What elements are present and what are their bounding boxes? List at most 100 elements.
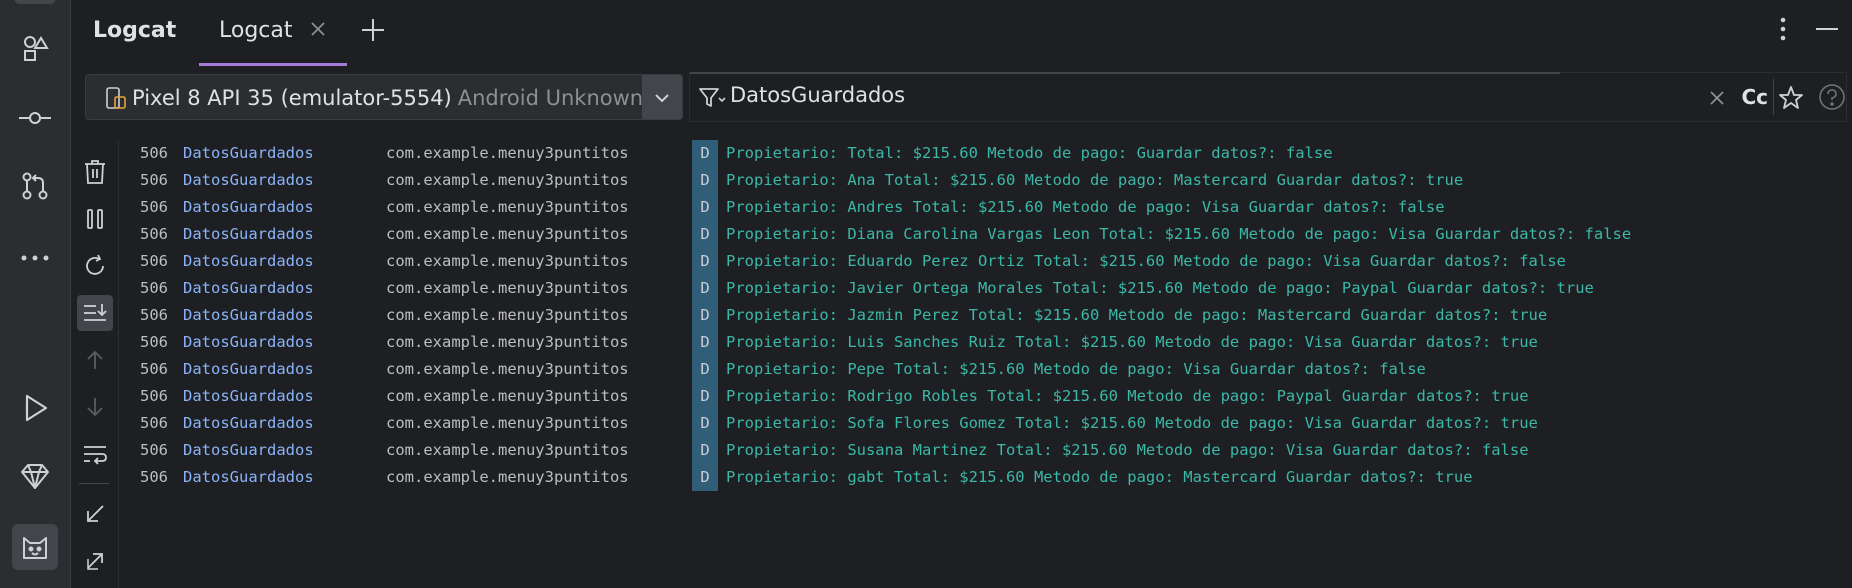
expand-icon[interactable] (77, 543, 113, 579)
log-message: Propietario: gabt Total: $215.60 Metodo … (726, 468, 1473, 486)
log-row[interactable]: 506 DatosGuardados com.example.menuy3punti… (119, 464, 1852, 491)
log-message: Propietario: Andres Total: $215.60 Metod… (726, 198, 1445, 216)
log-message: Propietario: Jazmin Perez Total: $215.60… (726, 306, 1548, 324)
log-pid: 506 (140, 252, 168, 270)
log-tag: DatosGuardados (183, 144, 314, 162)
log-level: D (692, 275, 718, 302)
tab-label: Logcat (219, 18, 293, 43)
pause-icon[interactable] (77, 201, 113, 237)
log-tag: DatosGuardados (183, 306, 314, 324)
log-pid: 506 (140, 414, 168, 432)
log-level: D (692, 329, 718, 356)
log-level: D (692, 221, 718, 248)
minimize-icon[interactable] (1812, 14, 1842, 44)
log-package: com.example.menuy3puntitos (386, 171, 629, 189)
log-package: com.example.menuy3puntitos (386, 360, 629, 378)
top-stub (14, 0, 56, 4)
log-tag: DatosGuardados (183, 252, 314, 270)
divider (1773, 79, 1774, 115)
log-row[interactable]: 506 DatosGuardados com.example.menuy3punti… (119, 383, 1852, 410)
restart-icon[interactable] (77, 248, 113, 284)
log-row[interactable]: 506 DatosGuardados com.example.menuy3punti… (119, 437, 1852, 464)
activity-bar (0, 0, 71, 588)
chevron-down-icon[interactable] (642, 75, 682, 119)
logcat-side-toolbar (71, 140, 117, 588)
log-row[interactable]: 506 DatosGuardados com.example.menuy3punti… (119, 140, 1852, 167)
log-row[interactable]: 506 DatosGuardados com.example.menuy3punti… (119, 356, 1852, 383)
toolbar-divider (79, 483, 109, 484)
soft-wrap-icon[interactable] (77, 436, 113, 472)
trash-icon[interactable] (77, 154, 113, 190)
merge-icon[interactable] (17, 168, 53, 204)
log-row[interactable]: 506 DatosGuardados com.example.menuy3punti… (119, 275, 1852, 302)
gem-icon[interactable] (17, 458, 53, 494)
match-case-toggle[interactable]: Cc (1741, 85, 1768, 109)
log-tag: DatosGuardados (183, 387, 314, 405)
log-message: Propietario: Diana Carolina Vargas Leon … (726, 225, 1632, 243)
log-view[interactable]: 506 DatosGuardados com.example.menuy3punti… (118, 140, 1852, 588)
device-name-text: Pixel 8 API 35 (emulator-5554) (132, 86, 452, 110)
log-tag: DatosGuardados (183, 333, 314, 351)
tab-logcat[interactable]: Logcat (199, 0, 347, 66)
log-row[interactable]: 506 DatosGuardados com.example.menuy3punti… (119, 248, 1852, 275)
log-package: com.example.menuy3puntitos (386, 468, 629, 486)
close-icon[interactable] (307, 18, 329, 40)
help-icon[interactable] (1818, 83, 1846, 111)
log-message: Propietario: Rodrigo Robles Total: $215.… (726, 387, 1529, 405)
log-tag: DatosGuardados (183, 279, 314, 297)
log-pid: 506 (140, 360, 168, 378)
log-pid: 506 (140, 198, 168, 216)
log-level: D (692, 194, 718, 221)
scroll-to-end-icon[interactable] (77, 295, 113, 331)
log-row[interactable]: 506 DatosGuardados com.example.menuy3punti… (119, 194, 1852, 221)
log-level: D (692, 248, 718, 275)
collapse-icon[interactable] (77, 496, 113, 532)
filter-icon[interactable] (698, 86, 726, 110)
log-package: com.example.menuy3puntitos (386, 144, 629, 162)
log-tag: DatosGuardados (183, 225, 314, 243)
clear-icon[interactable] (1706, 87, 1728, 109)
log-tag: DatosGuardados (183, 468, 314, 486)
log-row[interactable]: 506 DatosGuardados com.example.menuy3punti… (119, 167, 1852, 194)
log-pid: 506 (140, 468, 168, 486)
log-package: com.example.menuy3puntitos (386, 225, 629, 243)
log-pid: 506 (140, 333, 168, 351)
log-row[interactable]: 506 DatosGuardados com.example.menuy3punti… (119, 329, 1852, 356)
log-row[interactable]: 506 DatosGuardados com.example.menuy3punti… (119, 410, 1852, 437)
log-row[interactable]: 506 DatosGuardados com.example.menuy3punti… (119, 221, 1852, 248)
filter-bar: DatosGuardados Cc (689, 72, 1847, 122)
more-vertical-icon[interactable] (1768, 14, 1798, 44)
tool-window-title: Logcat (93, 18, 177, 43)
log-message: Propietario: Eduardo Perez Ortiz Total: … (726, 252, 1566, 270)
log-pid: 506 (140, 144, 168, 162)
log-level: D (692, 167, 718, 194)
shapes-icon[interactable] (17, 30, 53, 66)
device-selector[interactable]: Pixel 8 API 35 (emulator-5554) Android Un… (85, 74, 683, 120)
log-level: D (692, 464, 718, 491)
log-pid: 506 (140, 387, 168, 405)
logcat-cat-icon[interactable] (12, 524, 58, 570)
log-package: com.example.menuy3puntitos (386, 414, 629, 432)
log-package: com.example.menuy3puntitos (386, 198, 629, 216)
add-tab-button[interactable] (359, 16, 387, 44)
tool-window-header: Logcat Logcat (71, 0, 1852, 66)
commit-icon[interactable] (17, 100, 53, 136)
log-level: D (692, 302, 718, 329)
log-row[interactable]: 506 DatosGuardados com.example.menuy3punti… (119, 302, 1852, 329)
logcat-tool-window: Logcat Logcat Pixel 8 API 35 (emulator-5… (71, 0, 1852, 588)
log-tag: DatosGuardados (183, 441, 314, 459)
filter-input[interactable]: DatosGuardados (730, 83, 905, 107)
log-pid: 506 (140, 441, 168, 459)
more-icon[interactable] (17, 240, 53, 276)
log-message: Propietario: Ana Total: $215.60 Metodo d… (726, 171, 1464, 189)
log-package: com.example.menuy3puntitos (386, 387, 629, 405)
device-name: Pixel 8 API 35 (emulator-5554) Android Un… (132, 86, 682, 110)
log-tag: DatosGuardados (183, 414, 314, 432)
log-package: com.example.menuy3puntitos (386, 333, 629, 351)
star-icon[interactable] (1778, 85, 1804, 111)
log-message: Propietario: Total: $215.60 Metodo de pa… (726, 144, 1333, 162)
filter-focus-line (690, 72, 1560, 74)
run-icon[interactable] (17, 390, 53, 426)
device-icon (104, 86, 128, 110)
log-message: Propietario: Javier Ortega Morales Total… (726, 279, 1594, 297)
